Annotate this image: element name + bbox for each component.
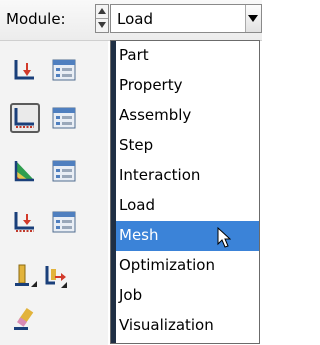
connector-load-icon[interactable] (42, 263, 68, 289)
menu-item-visualization[interactable]: Visualization (116, 311, 259, 341)
menu-item-optimization[interactable]: Optimization (116, 251, 259, 281)
dropdown-arrow-icon[interactable] (245, 5, 261, 32)
module-label: Module: (6, 10, 66, 28)
load-table-icon[interactable] (51, 57, 77, 83)
spinner-down-arrow-icon[interactable] (96, 19, 108, 32)
module-dropdown-list: Part Property Assembly Step Interaction … (110, 40, 260, 344)
menu-item-step[interactable]: Step (116, 131, 259, 161)
eraser-tool-icon[interactable] (12, 305, 38, 331)
module-current-value: Load (117, 10, 153, 28)
bc-table-icon[interactable] (51, 105, 77, 131)
menu-item-part[interactable]: Part (116, 41, 259, 71)
menu-item-mesh[interactable]: Mesh (116, 221, 259, 251)
menu-item-load[interactable]: Load (116, 191, 259, 221)
load-case-table-icon[interactable] (51, 209, 77, 235)
module-toolbar: Module: Load (0, 0, 262, 41)
menu-item-property[interactable]: Property (116, 71, 259, 101)
menu-item-job[interactable]: Job (116, 281, 259, 311)
module-spinner[interactable] (95, 4, 109, 33)
module-toolbox (0, 41, 108, 345)
field-table-icon[interactable] (51, 158, 77, 184)
mouse-pointer-icon (217, 227, 231, 248)
module-combo-box[interactable]: Load (110, 4, 262, 33)
menu-item-interaction[interactable]: Interaction (116, 161, 259, 191)
special-load-icon[interactable] (12, 263, 38, 289)
bc-manager-icon[interactable] (10, 103, 40, 133)
spinner-up-arrow-icon[interactable] (96, 5, 108, 19)
load-manager-icon[interactable] (12, 57, 38, 83)
menu-item-assembly[interactable]: Assembly (116, 101, 259, 131)
load-case-icon[interactable] (12, 209, 38, 235)
predefined-field-icon[interactable] (12, 158, 38, 184)
